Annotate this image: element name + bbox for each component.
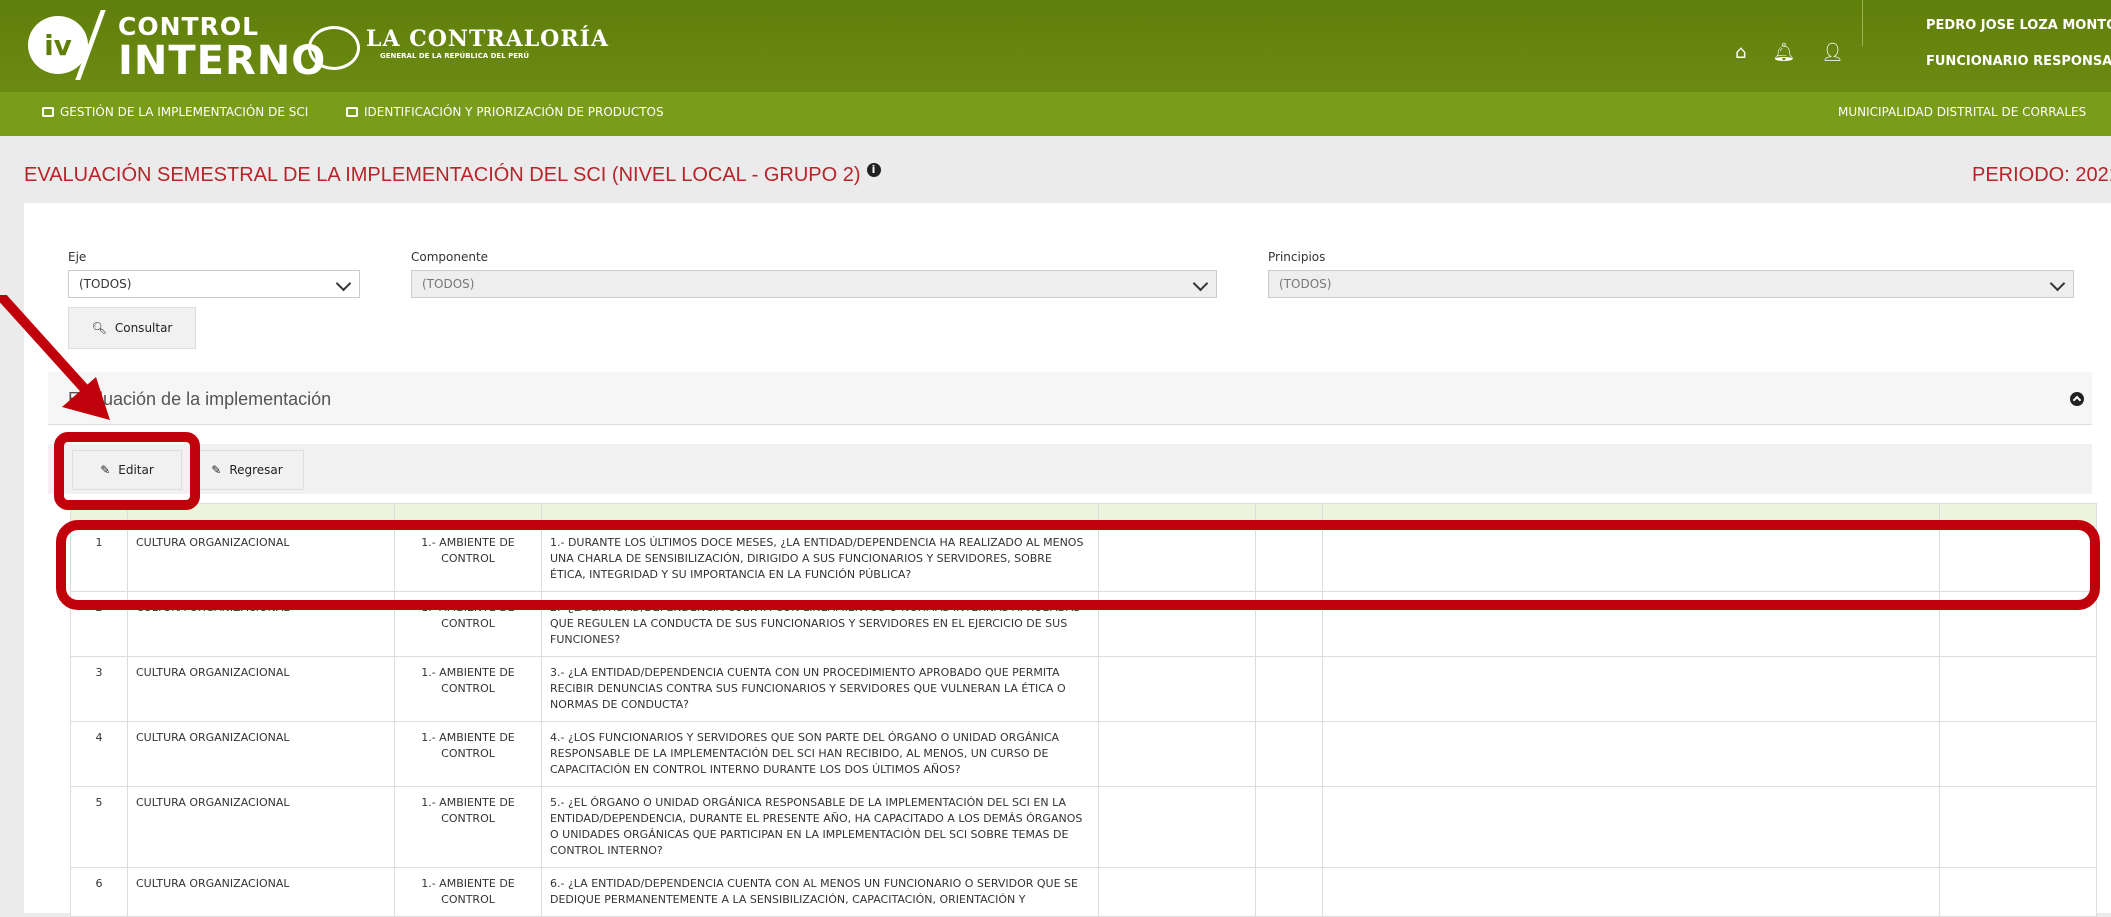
annotation-box-editar [54, 432, 200, 510]
cell-componente: 1.- AMBIENTE DE CONTROL [394, 867, 542, 917]
cell-empty [1939, 656, 2097, 722]
cell-description: 6.- ¿LA ENTIDAD/DEPENDENCIA CUENTA CON A… [541, 867, 1099, 917]
cell-empty [1322, 656, 1940, 722]
cell-empty [1322, 867, 1940, 917]
cell-empty [1255, 867, 1323, 917]
contraloria-logo-icon [308, 26, 360, 70]
collapse-icon[interactable] [2070, 392, 2084, 406]
cell-description: 4.- ¿LOS FUNCIONARIOS Y SERVIDORES QUE S… [541, 721, 1099, 787]
cell-componente: 1.- AMBIENTE DE CONTROL [394, 656, 542, 722]
logo-text-interno: INTERNO [118, 38, 327, 84]
page-title-text: EVALUACIÓN SEMESTRAL DE LA IMPLEMENTACIÓ… [24, 164, 861, 186]
principios-select-value: (TODOS) [1279, 277, 1332, 291]
user-icon[interactable]: 👤︎ [1821, 42, 1844, 63]
principios-label: Principios [1268, 250, 1326, 264]
table-row[interactable]: 4 CULTURA ORGANIZACIONAL 1.- AMBIENTE DE… [70, 721, 2097, 787]
monitor-icon [42, 107, 54, 117]
page-title: EVALUACIÓN SEMESTRAL DE LA IMPLEMENTACIÓ… [24, 162, 881, 187]
period-label: PERIODO: 2021 [1972, 164, 2111, 186]
cell-empty [1255, 721, 1323, 787]
cell-eje: CULTURA ORGANIZACIONAL [127, 786, 395, 868]
cell-eje: CULTURA ORGANIZACIONAL [127, 867, 395, 917]
nav-item-label: IDENTIFICACIÓN Y PRIORIZACIÓN DE PRODUCT… [364, 105, 664, 119]
user-role: FUNCIONARIO RESPONSABLE [1926, 54, 2111, 69]
chevron-down-icon [335, 275, 352, 292]
cell-empty [1255, 656, 1323, 722]
arrow-shaft [0, 295, 96, 401]
home-icon[interactable]: ⌂ [1735, 42, 1746, 63]
table-row[interactable]: 3 CULTURA ORGANIZACIONAL 1.- AMBIENTE DE… [70, 656, 2097, 722]
bell-icon[interactable]: 🔔︎ [1772, 42, 1795, 63]
table-row[interactable]: 5 CULTURA ORGANIZACIONAL 1.- AMBIENTE DE… [70, 786, 2097, 868]
cell-number: 6 [70, 867, 128, 917]
cell-empty [1098, 867, 1256, 917]
componente-label: Componente [411, 250, 489, 264]
info-icon[interactable]: i [866, 162, 881, 177]
eje-select-value: (TODOS) [79, 277, 132, 291]
cell-number: 4 [70, 721, 128, 787]
eje-select[interactable]: (TODOS) [68, 270, 360, 298]
cell-description: 5.- ¿EL ÓRGANO O UNIDAD ORGÁNICA RESPONS… [541, 786, 1099, 868]
table-row[interactable]: 6 CULTURA ORGANIZACIONAL 1.- AMBIENTE DE… [70, 867, 2097, 917]
cell-description: 3.- ¿LA ENTIDAD/DEPENDENCIA CUENTA CON U… [541, 656, 1099, 722]
nav-item-identificacion[interactable]: IDENTIFICACIÓN Y PRIORIZACIÓN DE PRODUCT… [346, 105, 664, 119]
principios-select[interactable]: (TODOS) [1268, 270, 2074, 298]
annotation-box-row-1 [56, 520, 2100, 610]
header-separator [1862, 0, 1863, 46]
cell-empty [1322, 786, 1940, 868]
cell-empty [1098, 721, 1256, 787]
componente-select[interactable]: (TODOS) [411, 270, 1217, 298]
cell-empty [1939, 786, 2097, 868]
annotation-arrow-icon [0, 295, 110, 420]
chevron-down-icon [2049, 275, 2066, 292]
top-header: iv CONTROL INTERNO LA CONTRALORÍA GENERA… [0, 0, 2111, 92]
table-toolbar [48, 444, 2092, 494]
chevron-down-icon [1192, 275, 1209, 292]
cell-empty [1098, 656, 1256, 722]
cell-empty [1939, 721, 2097, 787]
main-nav: GESTIÓN DE LA IMPLEMENTACIÓN DE SCI IDEN… [0, 92, 2111, 136]
header-icons: ⌂ 🔔︎ 👤︎ [1735, 42, 1844, 63]
institution-subtitle: GENERAL DE LA REPÚBLICA DEL PERÚ [380, 52, 530, 60]
evaluacion-section-header[interactable]: Evaluación de la implementación [48, 372, 2092, 425]
regresar-label: Regresar [229, 463, 283, 477]
cell-number: 3 [70, 656, 128, 722]
regresar-button[interactable]: ✎ Regresar [190, 450, 304, 490]
cell-eje: CULTURA ORGANIZACIONAL [127, 656, 395, 722]
cell-eje: CULTURA ORGANIZACIONAL [127, 721, 395, 787]
nav-item-gestion[interactable]: GESTIÓN DE LA IMPLEMENTACIÓN DE SCI [42, 105, 308, 119]
control-interno-logo-icon: iv [28, 16, 88, 74]
user-name[interactable]: PEDRO JOSE LOZA MONTOYA [1926, 18, 2111, 33]
cell-componente: 1.- AMBIENTE DE CONTROL [394, 721, 542, 787]
cell-number: 5 [70, 786, 128, 868]
nav-item-label: GESTIÓN DE LA IMPLEMENTACIÓN DE SCI [60, 105, 309, 119]
cell-empty [1098, 786, 1256, 868]
eje-label: Eje [68, 250, 87, 264]
cell-empty [1939, 867, 2097, 917]
logo-text-control: CONTROL [118, 12, 260, 41]
cell-componente: 1.- AMBIENTE DE CONTROL [394, 786, 542, 868]
edit-icon: ✎ [211, 463, 222, 477]
cell-empty [1322, 721, 1940, 787]
componente-select-value: (TODOS) [422, 277, 475, 291]
cell-empty [1255, 786, 1323, 868]
entity-name: MUNICIPALIDAD DISTRITAL DE CORRALES [1838, 105, 2087, 119]
monitor-icon [346, 107, 358, 117]
institution-name: LA CONTRALORÍA [366, 26, 609, 52]
